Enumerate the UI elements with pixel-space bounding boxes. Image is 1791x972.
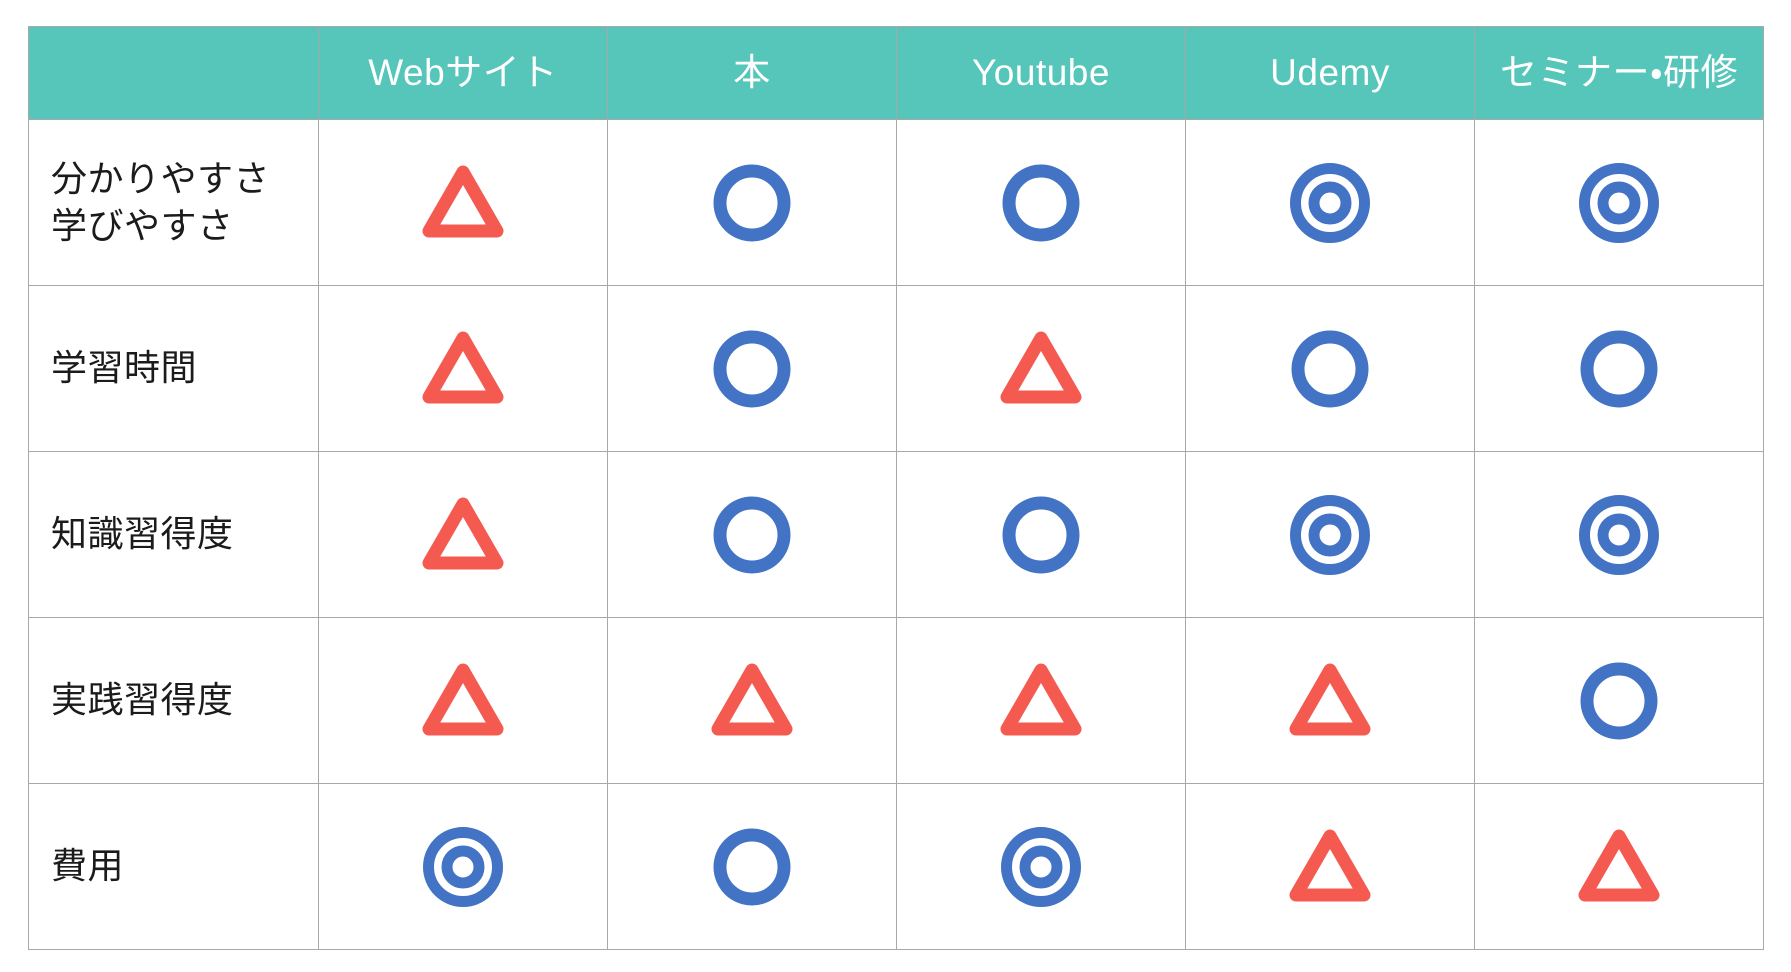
- circle-icon: [1576, 326, 1662, 412]
- triangle-icon: [416, 492, 510, 578]
- rating-cell-understandability-book: [607, 119, 897, 286]
- table-row: 知識習得度: [28, 451, 1764, 618]
- column-header-book: 本: [607, 26, 897, 120]
- triangle-icon: [416, 160, 510, 246]
- rating-cell-practical-acquisition-youtube: [896, 617, 1186, 784]
- table-header: Webサイト 本 Youtube Udemy セミナー・研修: [28, 26, 1764, 120]
- rating-cell-study-time-youtube: [896, 285, 1186, 452]
- rating-cell-cost-website: [318, 783, 608, 950]
- circle-icon: [1287, 326, 1373, 412]
- rating-cell-knowledge-acquisition-youtube: [896, 451, 1186, 618]
- triangle-icon: [705, 658, 799, 744]
- rating-cell-knowledge-acquisition-website: [318, 451, 608, 618]
- circle-icon: [998, 160, 1084, 246]
- rating-cell-knowledge-acquisition-udemy: [1185, 451, 1475, 618]
- rating-cell-knowledge-acquisition-seminar: [1474, 451, 1764, 618]
- rating-cell-practical-acquisition-website: [318, 617, 608, 784]
- rating-cell-study-time-book: [607, 285, 897, 452]
- circle-icon: [1576, 658, 1662, 744]
- table-row: 学習時間: [28, 285, 1764, 452]
- triangle-icon: [416, 326, 510, 412]
- table-row: 費用: [28, 783, 1764, 950]
- rating-cell-knowledge-acquisition-book: [607, 451, 897, 618]
- triangle-icon: [1283, 824, 1377, 910]
- row-label-knowledge-acquisition: 知識習得度: [28, 451, 319, 618]
- comparison-table-container: Webサイト 本 Youtube Udemy セミナー・研修 分かりやすさ 学び…: [28, 26, 1764, 950]
- rating-cell-study-time-website: [318, 285, 608, 452]
- rating-cell-cost-udemy: [1185, 783, 1475, 950]
- row-label-study-time: 学習時間: [28, 285, 319, 452]
- header-row: Webサイト 本 Youtube Udemy セミナー・研修: [28, 26, 1764, 120]
- rating-cell-study-time-seminar: [1474, 285, 1764, 452]
- rating-cell-understandability-udemy: [1185, 119, 1475, 286]
- triangle-icon: [1283, 658, 1377, 744]
- double-circle-icon: [1576, 160, 1662, 246]
- rating-cell-understandability-seminar: [1474, 119, 1764, 286]
- table-body: 分かりやすさ 学びやすさ 学習時間 知識習得度 実践習得度 費用: [28, 119, 1764, 950]
- row-label-cost: 費用: [28, 783, 319, 950]
- circle-icon: [998, 492, 1084, 578]
- column-header-youtube: Youtube: [896, 26, 1186, 120]
- rating-cell-practical-acquisition-udemy: [1185, 617, 1475, 784]
- column-header-udemy: Udemy: [1185, 26, 1475, 120]
- circle-icon: [709, 326, 795, 412]
- rating-cell-cost-seminar: [1474, 783, 1764, 950]
- double-circle-icon: [998, 824, 1084, 910]
- circle-icon: [709, 160, 795, 246]
- table-corner-cell: [28, 26, 319, 120]
- double-circle-icon: [420, 824, 506, 910]
- rating-cell-understandability-website: [318, 119, 608, 286]
- column-header-website: Webサイト: [318, 26, 608, 120]
- row-label-understandability: 分かりやすさ 学びやすさ: [28, 119, 319, 286]
- circle-icon: [709, 824, 795, 910]
- rating-cell-understandability-youtube: [896, 119, 1186, 286]
- rating-cell-cost-youtube: [896, 783, 1186, 950]
- double-circle-icon: [1287, 492, 1373, 578]
- rating-cell-cost-book: [607, 783, 897, 950]
- triangle-icon: [416, 658, 510, 744]
- table-row: 実践習得度: [28, 617, 1764, 784]
- rating-cell-practical-acquisition-seminar: [1474, 617, 1764, 784]
- table-row: 分かりやすさ 学びやすさ: [28, 119, 1764, 286]
- triangle-icon: [1572, 824, 1666, 910]
- triangle-icon: [994, 658, 1088, 744]
- triangle-icon: [994, 326, 1088, 412]
- double-circle-icon: [1576, 492, 1662, 578]
- double-circle-icon: [1287, 160, 1373, 246]
- row-label-practical-acquisition: 実践習得度: [28, 617, 319, 784]
- circle-icon: [709, 492, 795, 578]
- column-header-seminar: セミナー・研修: [1474, 26, 1764, 120]
- rating-cell-study-time-udemy: [1185, 285, 1475, 452]
- comparison-table: Webサイト 本 Youtube Udemy セミナー・研修 分かりやすさ 学び…: [28, 26, 1764, 950]
- rating-cell-practical-acquisition-book: [607, 617, 897, 784]
